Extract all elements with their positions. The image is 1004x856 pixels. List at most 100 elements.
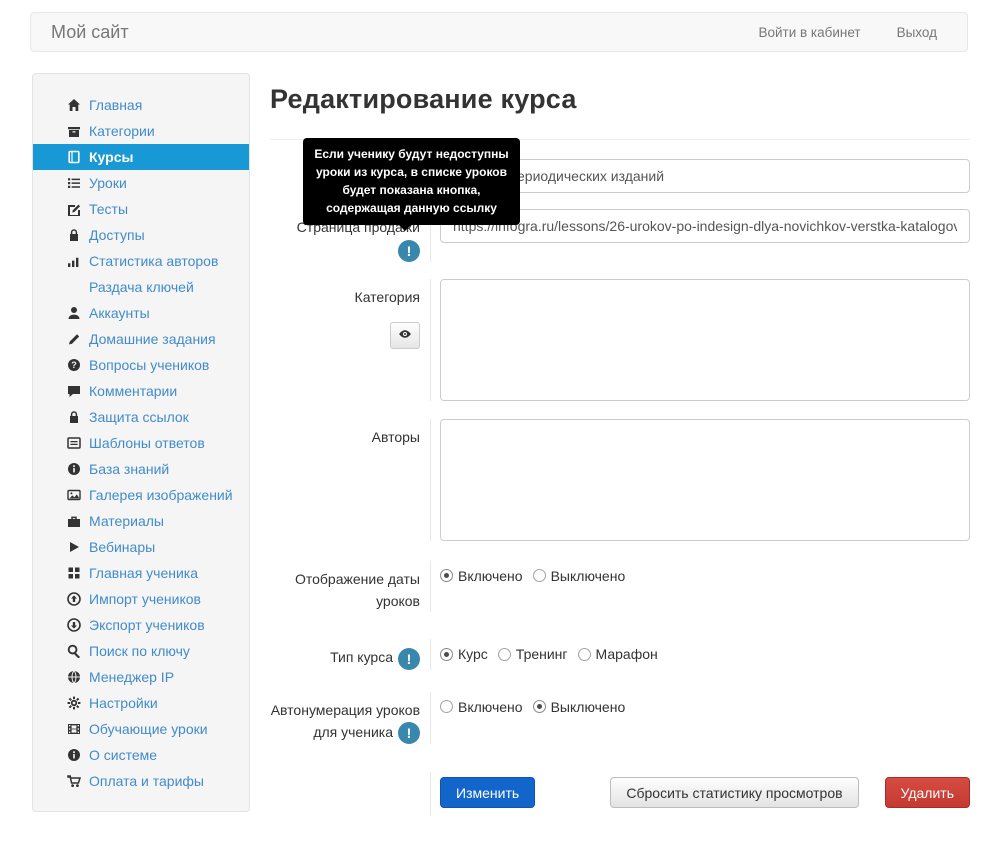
- sidebar-item-3[interactable]: Курсы: [33, 144, 249, 170]
- auto-numbering-option-1[interactable]: Включено: [440, 699, 523, 715]
- user-icon: [67, 306, 83, 320]
- lesson-dates-radio-group: Включено Выключено: [430, 560, 970, 613]
- sidebar-item-11[interactable]: ? Вопросы учеников: [33, 352, 249, 378]
- radio-icon[interactable]: [532, 700, 546, 714]
- auto-numbering-info-badge-icon[interactable]: !: [398, 722, 420, 745]
- sidebar-item-1[interactable]: Главная: [33, 92, 249, 118]
- radio-option-label: Включено: [458, 698, 523, 715]
- sidebar-item-8[interactable]: Раздача ключей: [33, 274, 249, 300]
- radio-icon[interactable]: [440, 700, 453, 714]
- archive-icon: [67, 124, 83, 138]
- radio-option-label: Тренинг: [515, 646, 568, 663]
- sidebar-item-label: База знаний: [89, 461, 170, 477]
- briefcase-icon: [67, 514, 83, 528]
- eye-preview-button[interactable]: [390, 322, 420, 350]
- lesson-dates-option-1[interactable]: Включено: [440, 568, 523, 584]
- info-circle-icon: [67, 462, 83, 476]
- submit-button[interactable]: Изменить: [440, 777, 536, 809]
- category-multiselect[interactable]: [440, 278, 970, 401]
- radio-icon[interactable]: [440, 569, 453, 583]
- sidebar-item-7[interactable]: Статистика авторов: [33, 248, 249, 274]
- page-title: Редактирование курса: [270, 84, 577, 114]
- category-row: Категория: [270, 278, 970, 401]
- sidebar-item-label: Обучающие уроки: [89, 721, 208, 737]
- course-edit-form: Страница продажи! Категория: [270, 159, 970, 817]
- sidebar-item-6[interactable]: Доступы: [33, 222, 249, 248]
- sidebar-item-13[interactable]: Защита ссылок: [33, 404, 249, 430]
- question-circle-icon: ?: [67, 358, 83, 372]
- radio-option-label: Включено: [458, 567, 523, 584]
- sidebar-item-19[interactable]: Главная ученика: [33, 560, 249, 586]
- radio-icon[interactable]: [497, 647, 511, 661]
- sidebar-item-21[interactable]: Экспорт учеников: [33, 612, 249, 638]
- auto-numbering-label-line2: для ученика: [313, 724, 393, 741]
- course-type-option-2[interactable]: Тренинг: [497, 646, 568, 663]
- radio-icon[interactable]: [577, 647, 591, 661]
- authors-multiselect[interactable]: [440, 418, 970, 541]
- sidebar-item-14[interactable]: Шаблоны ответов: [33, 430, 249, 456]
- course-type-option-1[interactable]: Курс: [440, 646, 488, 662]
- radio-icon[interactable]: [532, 569, 546, 583]
- lock-icon: [67, 228, 83, 242]
- auto-numbering-option-2[interactable]: Выключено: [532, 699, 625, 715]
- sidebar-item-label: Главная: [89, 97, 143, 113]
- sidebar-item-17[interactable]: Материалы: [33, 508, 249, 534]
- lesson-dates-option-2[interactable]: Выключено: [532, 567, 626, 584]
- logout-link[interactable]: Выход: [897, 25, 937, 40]
- auto-numbering-label-line1: Автонумерация уроков: [270, 701, 420, 718]
- book-icon: [67, 150, 83, 164]
- sidebar-item-15[interactable]: База знаний: [33, 456, 249, 482]
- sidebar-item-24[interactable]: Настройки: [33, 690, 249, 716]
- login-cabinet-link[interactable]: Войти в кабинет: [758, 25, 860, 40]
- sidebar-item-5[interactable]: Тесты: [33, 196, 249, 222]
- sidebar-item-25[interactable]: Обучающие уроки: [33, 716, 249, 742]
- sidebar-item-label: Поиск по ключу: [89, 643, 190, 659]
- auto-numbering-row: Автонумерация уроков для ученика! Включе…: [270, 691, 970, 745]
- sales-page-info-badge-icon[interactable]: !: [398, 239, 420, 262]
- sidebar-item-27[interactable]: Оплата и тарифы: [33, 768, 249, 794]
- gear-icon: [67, 696, 83, 710]
- image-icon: [67, 488, 83, 502]
- sidebar-item-9[interactable]: Аккаунты: [33, 300, 249, 326]
- course-type-radio-group: Курс Тренинг Марафон: [430, 639, 970, 670]
- sidebar-item-label: Экспорт учеников: [89, 617, 205, 633]
- sidebar-item-label: Аккаунты: [89, 305, 150, 321]
- lesson-dates-label: Отображение даты уроков: [294, 570, 420, 610]
- list-alt-icon: [67, 436, 83, 450]
- sidebar-item-10[interactable]: Домашние задания: [33, 326, 249, 352]
- reset-stats-button[interactable]: Сбросить статистику просмотров: [610, 777, 859, 809]
- sidebar-item-16[interactable]: Галерея изображений: [33, 482, 249, 508]
- radio-option-label: Выключено: [550, 567, 626, 584]
- authors-row: Авторы: [270, 418, 970, 541]
- sidebar-item-2[interactable]: Категории: [33, 118, 249, 144]
- authors-label: Авторы: [371, 428, 420, 445]
- sidebar-item-label: Настройки: [89, 695, 158, 711]
- sidebar-item-22[interactable]: Поиск по ключу: [33, 638, 249, 664]
- sidebar-item-20[interactable]: Импорт учеников: [33, 586, 249, 612]
- course-type-label: Тип курса: [330, 649, 393, 666]
- sidebar-item-18[interactable]: Вебинары: [33, 534, 249, 560]
- delete-button[interactable]: Удалить: [884, 777, 970, 809]
- lesson-dates-row: Отображение даты уроков Включено Выключен…: [270, 560, 970, 613]
- sidebar-item-label: Менеджер IP: [89, 669, 175, 685]
- sidebar-item-23[interactable]: Менеджер IP: [33, 664, 249, 690]
- sidebar-item-label: Курсы: [89, 149, 134, 165]
- radio-icon[interactable]: [440, 647, 453, 661]
- site-brand[interactable]: Мой сайт: [51, 22, 129, 43]
- pencil-icon: [67, 332, 83, 346]
- course-type-info-badge-icon[interactable]: !: [398, 647, 420, 670]
- navbar-links: Войти в кабинет Выход: [758, 25, 937, 40]
- edit-icon: [67, 202, 83, 216]
- course-type-option-3[interactable]: Марафон: [577, 646, 658, 662]
- auto-numbering-radio-group: Включено Выключено: [430, 691, 970, 745]
- film-icon: [67, 722, 83, 736]
- sidebar-item-label: Защита ссылок: [89, 409, 189, 425]
- sidebar-item-label: Материалы: [89, 513, 164, 529]
- tooltip: Если ученику будут недоступны уроки из к…: [303, 138, 520, 231]
- sidebar-item-4[interactable]: Уроки: [33, 170, 249, 196]
- sidebar-item-26[interactable]: О системе: [33, 742, 249, 768]
- sidebar-item-12[interactable]: Комментарии: [33, 378, 249, 404]
- form-buttons-row: Изменить Сбросить статистику просмотров …: [270, 772, 970, 817]
- info-circle-icon: [67, 748, 83, 762]
- bullhorn-icon: [67, 280, 83, 294]
